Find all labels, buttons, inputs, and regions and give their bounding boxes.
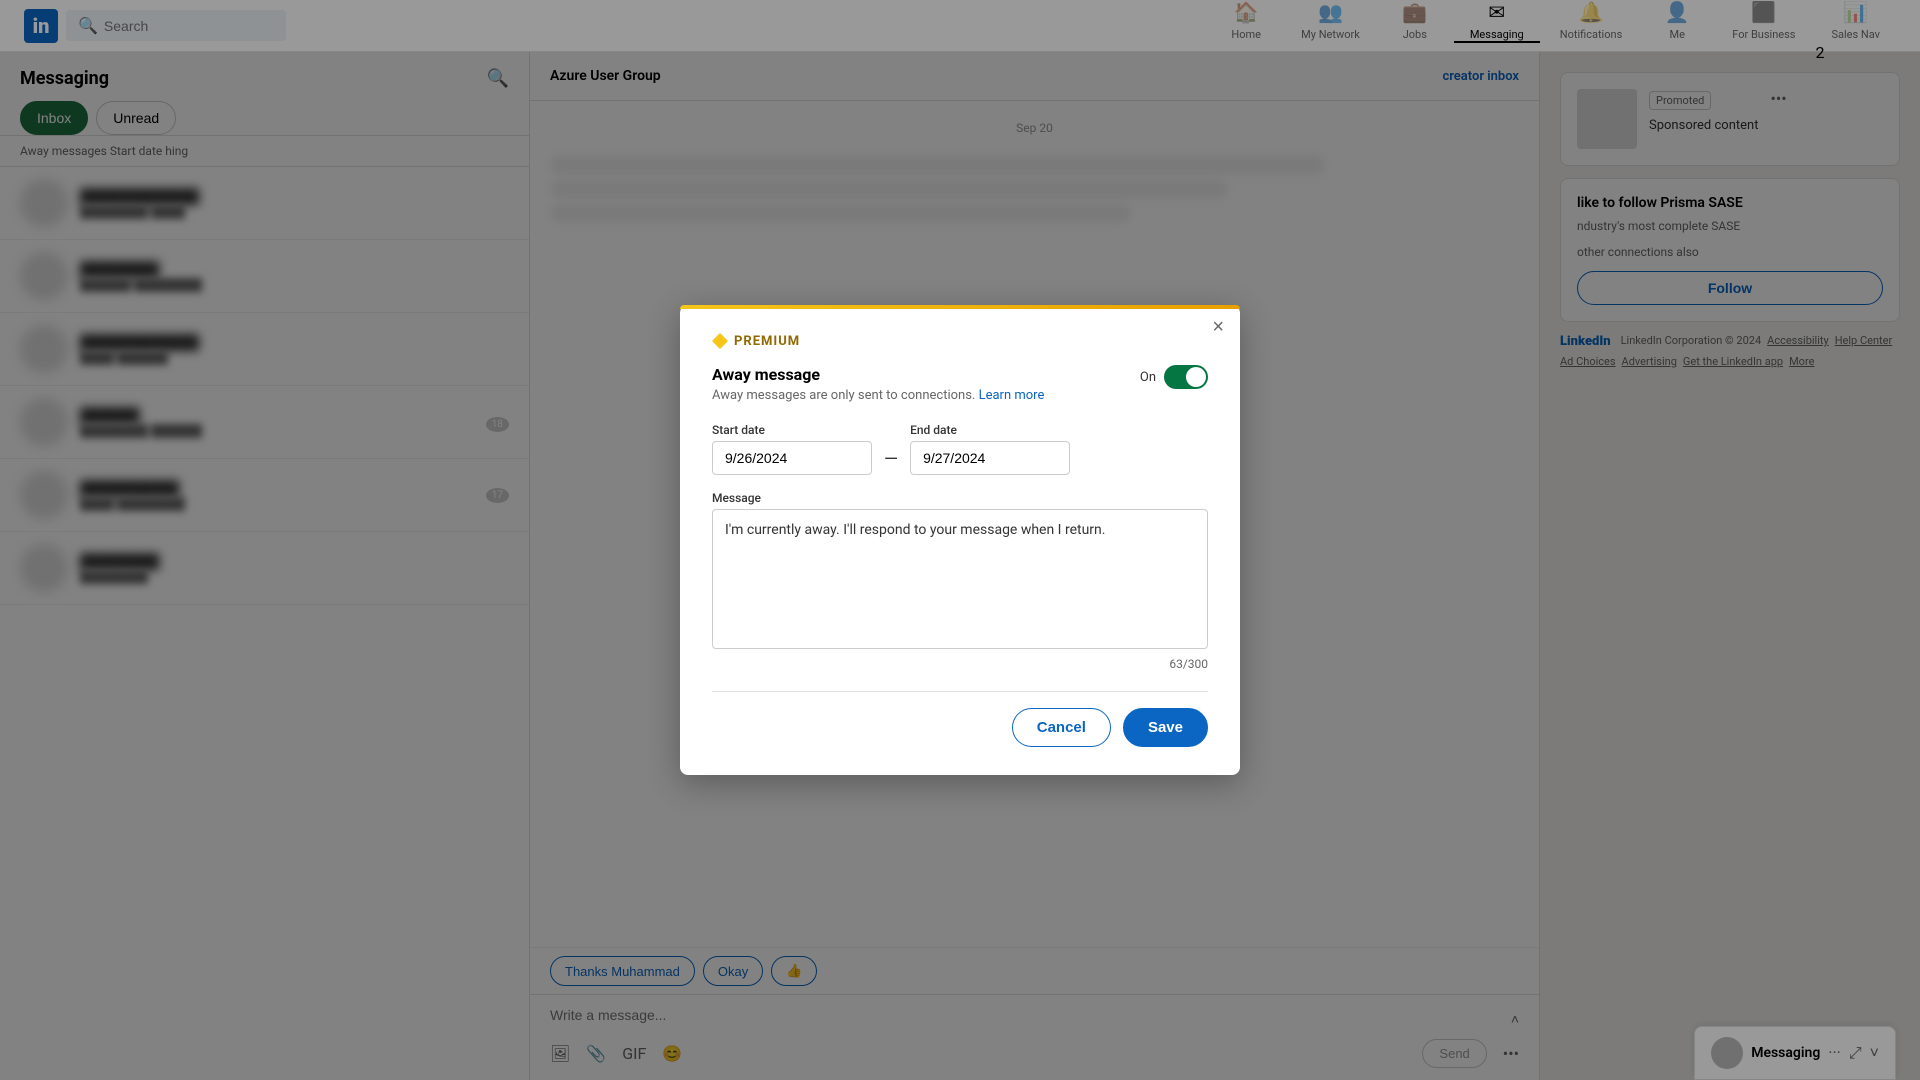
modal-title: Away message <box>712 365 1140 384</box>
modal-body: PREMIUM × Away message Away messages are… <box>680 309 1240 775</box>
away-message-row: Away message Away messages are only sent… <box>712 365 1208 403</box>
end-date-group: End date <box>910 423 1070 475</box>
char-count: 63/300 <box>712 657 1208 671</box>
premium-diamond-icon <box>712 333 728 349</box>
toggle-knob <box>1186 367 1206 387</box>
message-field-label: Message <box>712 491 1208 505</box>
modal-overlay[interactable]: PREMIUM × Away message Away messages are… <box>0 0 1920 1080</box>
toggle-container: On <box>1140 365 1208 389</box>
end-date-input[interactable] <box>910 441 1070 475</box>
date-range-separator: — <box>884 449 898 470</box>
start-date-input[interactable] <box>712 441 872 475</box>
premium-label: PREMIUM <box>734 334 800 349</box>
away-title-section: Away message Away messages are only sent… <box>712 365 1140 403</box>
end-date-label: End date <box>910 423 1070 437</box>
modal-subtitle-text: Away messages are only sent to connectio… <box>712 388 975 403</box>
date-row: Start date — End date <box>712 423 1208 475</box>
start-date-label: Start date <box>712 423 872 437</box>
modal-footer: Cancel Save <box>712 691 1208 747</box>
modal-close-button[interactable]: × <box>1212 317 1224 337</box>
save-button[interactable]: Save <box>1123 708 1208 747</box>
message-textarea[interactable]: I'm currently away. I'll respond to your… <box>712 509 1208 649</box>
cancel-button[interactable]: Cancel <box>1012 708 1111 747</box>
toggle-switch[interactable] <box>1164 365 1208 389</box>
learn-more-link[interactable]: Learn more <box>979 388 1045 403</box>
toggle-label: On <box>1140 370 1156 385</box>
premium-badge: PREMIUM <box>712 333 1208 349</box>
modal-subtitle: Away messages are only sent to connectio… <box>712 388 1140 403</box>
start-date-group: Start date <box>712 423 872 475</box>
away-message-modal: PREMIUM × Away message Away messages are… <box>680 305 1240 775</box>
